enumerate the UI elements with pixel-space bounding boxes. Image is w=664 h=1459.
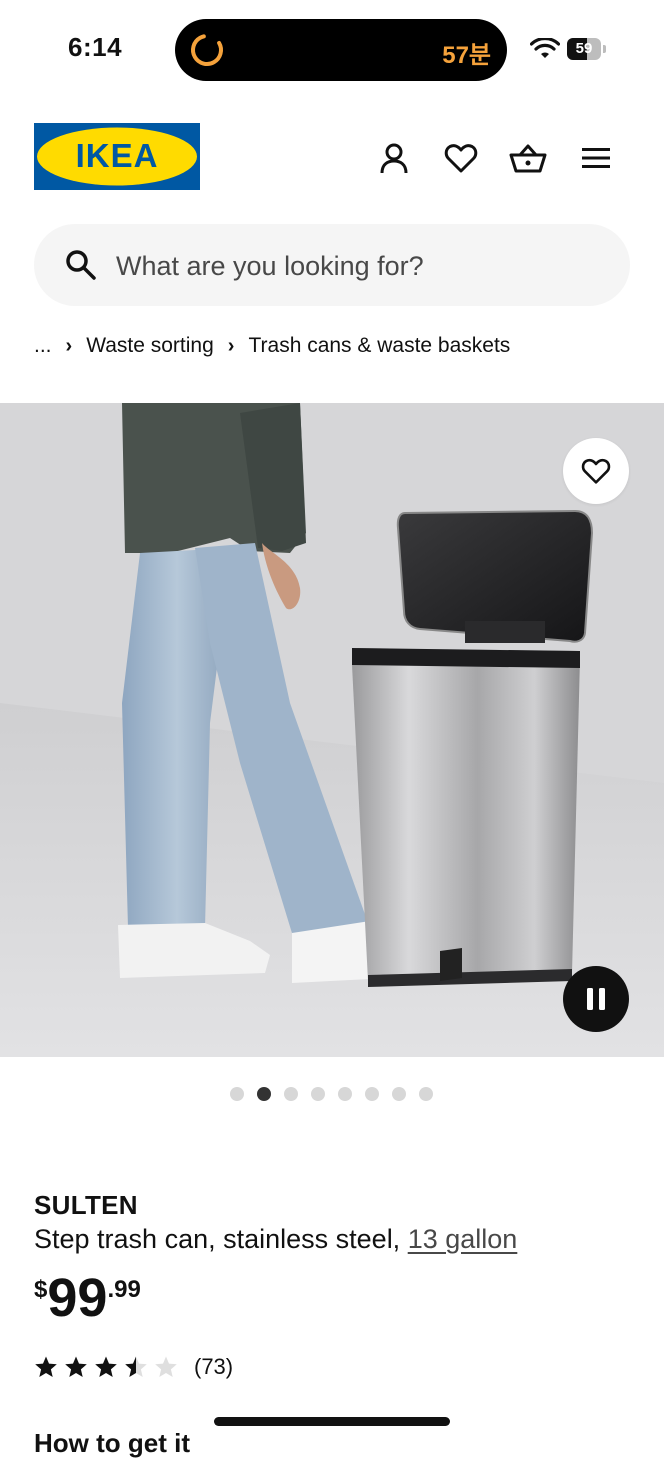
timer-ring-icon [191,34,223,66]
logo-text: IKEA [76,137,159,174]
star-icon [35,1356,57,1377]
favorites-heart-icon[interactable] [441,138,481,178]
how-to-get-it-heading: How to get it [34,1428,190,1458]
search-bar[interactable] [34,224,630,308]
island-timer-text: 57분 [442,42,491,69]
star-icon [125,1356,147,1377]
search-icon [66,250,96,280]
carousel-dot[interactable] [365,1087,379,1101]
ikea-logo[interactable]: IKEA [34,123,200,190]
pause-video-button[interactable] [563,966,629,1032]
chevron-right-icon: › [227,334,235,357]
star-icon [155,1356,177,1377]
size-link[interactable]: 13 gallon [408,1224,518,1254]
price-decimals: .99 [107,1276,141,1303]
dynamic-island: 57분 [175,19,507,81]
price-currency: $ [34,1276,48,1303]
search-input[interactable] [114,224,598,308]
breadcrumb-ellipsis[interactable]: ... [34,334,52,358]
carousel-dot[interactable] [257,1087,271,1101]
breadcrumb: ... › Waste sorting › Trash cans & waste… [34,334,510,358]
carousel-dot[interactable] [419,1087,433,1101]
carousel-dots [230,1087,433,1101]
heart-icon [581,458,611,484]
chevron-right-icon: › [65,334,73,357]
save-to-favorites-button[interactable] [563,438,629,504]
battery-icon: 59 [567,38,607,60]
carousel-dot[interactable] [284,1087,298,1101]
home-indicator[interactable] [214,1417,450,1426]
product-rating[interactable]: (73) [34,1354,233,1380]
breadcrumb-item-trash-cans[interactable]: Trash cans & waste baskets [248,334,510,358]
pause-icon [587,988,605,1010]
cart-basket-icon[interactable] [508,138,548,178]
price-integer: 99 [47,1268,108,1328]
breadcrumb-item-waste-sorting[interactable]: Waste sorting [86,334,214,358]
product-image[interactable] [0,403,664,1057]
battery-percent: 59 [575,40,593,57]
star-icon [95,1356,117,1377]
review-count: (73) [194,1354,234,1379]
carousel-dot[interactable] [392,1087,406,1101]
menu-hamburger-icon[interactable] [576,138,616,178]
carousel-dot[interactable] [338,1087,352,1101]
carousel-dot[interactable] [230,1087,244,1101]
star-icon [65,1356,87,1377]
product-name: SULTEN [34,1190,138,1220]
product-price: $ 99 .99 [34,1268,141,1328]
wifi-icon [530,38,560,58]
status-time: 6:14 [68,32,123,62]
product-description: Step trash can, stainless steel, 13 gall… [34,1224,517,1255]
carousel-dot[interactable] [311,1087,325,1101]
account-icon[interactable] [374,138,414,178]
product-description-text: Step trash can, stainless steel, [34,1224,401,1254]
